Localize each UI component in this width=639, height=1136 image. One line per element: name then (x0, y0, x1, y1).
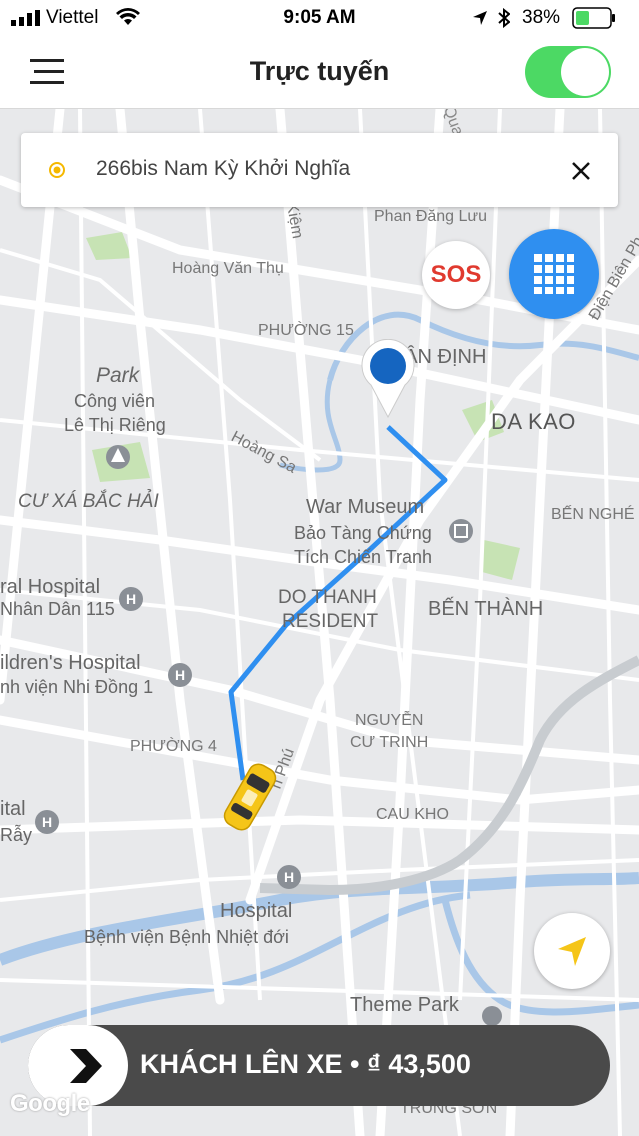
map-label: NGUYỄN (355, 712, 424, 729)
destination-pin-icon (361, 339, 415, 419)
pickup-confirm-bar[interactable]: KHÁCH LÊN XE • ₫ 43,500 (28, 1025, 610, 1106)
map-label: Tích Chiến Tranh (294, 547, 433, 567)
map-label: Nhân Dân 115 (0, 599, 115, 619)
map-label: BẾN NGHÉ (551, 506, 635, 523)
pickup-address-text: 266bis Nam Kỳ Khởi Nghĩa (96, 157, 351, 180)
locate-me-button[interactable] (534, 913, 610, 989)
map-label: CƯ XÁ BẮC HẢI (18, 491, 159, 512)
svg-text:H: H (42, 814, 52, 830)
map-label: PHƯỜNG 4 (130, 738, 217, 755)
navigation-arrow-icon (558, 937, 586, 966)
map-label: Hospital (220, 900, 293, 922)
nav-bar: Trực tuyến (0, 36, 639, 109)
sos-button[interactable]: SOS (422, 241, 490, 309)
close-icon[interactable] (571, 161, 591, 181)
map-label: PHƯỜNG 15 (258, 322, 354, 339)
map-label: Rẫy (0, 825, 33, 845)
map-label: Lê Thị Riêng (64, 415, 166, 435)
online-toggle[interactable] (524, 45, 612, 99)
map-label: ildren's Hospital (0, 652, 141, 674)
svg-text:H: H (126, 591, 136, 607)
svg-text:H: H (284, 869, 294, 885)
pickup-address-card[interactable]: 266bis Nam Kỳ Khởi Nghĩa (21, 133, 618, 207)
map-label: ital (0, 798, 26, 820)
grid-menu-icon (534, 254, 574, 294)
bluetooth-icon (498, 8, 510, 28)
map-label: Bảo Tàng Chứng (294, 523, 432, 543)
chevron-right-icon (70, 1049, 102, 1083)
map-label: RESIDENT (282, 611, 379, 632)
battery-icon (572, 7, 615, 29)
pickup-dot-icon (49, 162, 65, 178)
grid-menu-button[interactable] (509, 229, 599, 319)
map-label: ral Hospital (0, 576, 101, 598)
svg-text:H: H (175, 667, 185, 683)
map-label: War Museum (306, 496, 425, 518)
fare-label: KHÁCH LÊN XE • ₫ 43,500 (140, 1049, 471, 1079)
map-label: CAU KHO (376, 806, 449, 823)
map-label: nh viện Nhi Đồng 1 (0, 677, 154, 697)
map-label: Theme Park (350, 994, 459, 1016)
map-label: DA KAO (491, 409, 576, 434)
map-label: Park (96, 364, 140, 387)
location-arrow-icon (473, 11, 487, 25)
map-label: Bệnh viện Bệnh Nhiệt đới (84, 927, 289, 947)
map-label: Phan Đăng Lưu (374, 208, 488, 225)
status-bar: Viettel 9:05 AM 38% (0, 0, 639, 36)
map-label: Hoàng Văn Thụ (172, 260, 284, 277)
map-label: DO THANH (278, 587, 377, 608)
map-label: CƯ TRINH (350, 734, 429, 751)
map-label: Công viên (74, 391, 156, 411)
google-logo: Google (10, 1090, 90, 1117)
taxi-car-icon (223, 763, 277, 831)
map-label: BẾN THÀNH (428, 598, 544, 620)
battery-percent: 38% (522, 7, 561, 28)
